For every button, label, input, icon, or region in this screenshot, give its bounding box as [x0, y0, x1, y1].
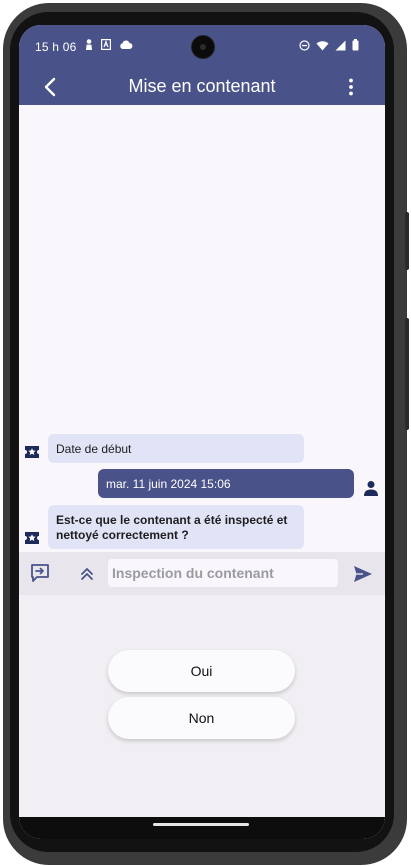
signal-icon: [335, 40, 346, 50]
answer-panel: Oui Non: [19, 595, 385, 817]
message-input[interactable]: [108, 559, 334, 587]
a-notification-icon: [101, 39, 111, 50]
message-text: Date de début: [56, 442, 132, 456]
answer-label: Non: [188, 710, 215, 726]
answer-no-button[interactable]: Non: [108, 697, 295, 739]
answer-label: Oui: [190, 663, 213, 679]
chat-area[interactable]: Date de début mar. 11 juin 2024 15:06 Es…: [19, 105, 385, 552]
send-icon: [354, 566, 372, 582]
status-icons-left: [85, 39, 133, 50]
home-gesture-handle[interactable]: [153, 823, 249, 826]
battery-icon: [352, 39, 359, 51]
more-vert-icon: [349, 78, 353, 96]
chat-message-bot: Date de début: [48, 434, 304, 463]
answer-yes-button[interactable]: Oui: [108, 650, 295, 692]
status-time: 15 h 06: [35, 40, 77, 54]
navigation-bar: [19, 817, 385, 839]
expand-button[interactable]: [77, 564, 97, 584]
send-button[interactable]: [351, 562, 375, 586]
chat-message-bot: Est-ce que le contenant a été inspecté e…: [48, 505, 304, 549]
chat-message-user: mar. 11 juin 2024 15:06: [98, 469, 354, 498]
power-button: [405, 212, 409, 270]
present-to-chat-icon: [31, 564, 49, 582]
status-bar: 15 h 06: [19, 25, 385, 69]
bot-ticket-icon: [25, 532, 39, 544]
front-camera: [192, 36, 214, 58]
page-title: Mise en contenant: [128, 76, 276, 96]
wifi-icon: [316, 40, 329, 50]
volume-button: [405, 318, 409, 430]
app-bar: Mise en contenant: [19, 69, 385, 105]
present-to-chat-button[interactable]: [29, 562, 51, 584]
cloud-icon: [120, 40, 133, 49]
screen: 15 h 06 Mise en contenant Date de début …: [19, 25, 385, 839]
person-icon: [86, 39, 92, 50]
bot-ticket-icon: [25, 446, 39, 458]
message-input-container: [108, 559, 338, 587]
phone-device: 15 h 06 Mise en contenant Date de début …: [0, 0, 411, 866]
user-avatar-icon: [364, 481, 378, 496]
status-icons-right: [299, 39, 359, 51]
input-bar: [19, 552, 385, 595]
message-text: Est-ce que le contenant a été inspecté e…: [56, 513, 288, 542]
do-not-disturb-icon: [299, 39, 310, 51]
double-chevron-up-icon: [81, 568, 93, 580]
message-text: mar. 11 juin 2024 15:06: [106, 477, 231, 491]
more-menu-button[interactable]: [339, 75, 363, 99]
